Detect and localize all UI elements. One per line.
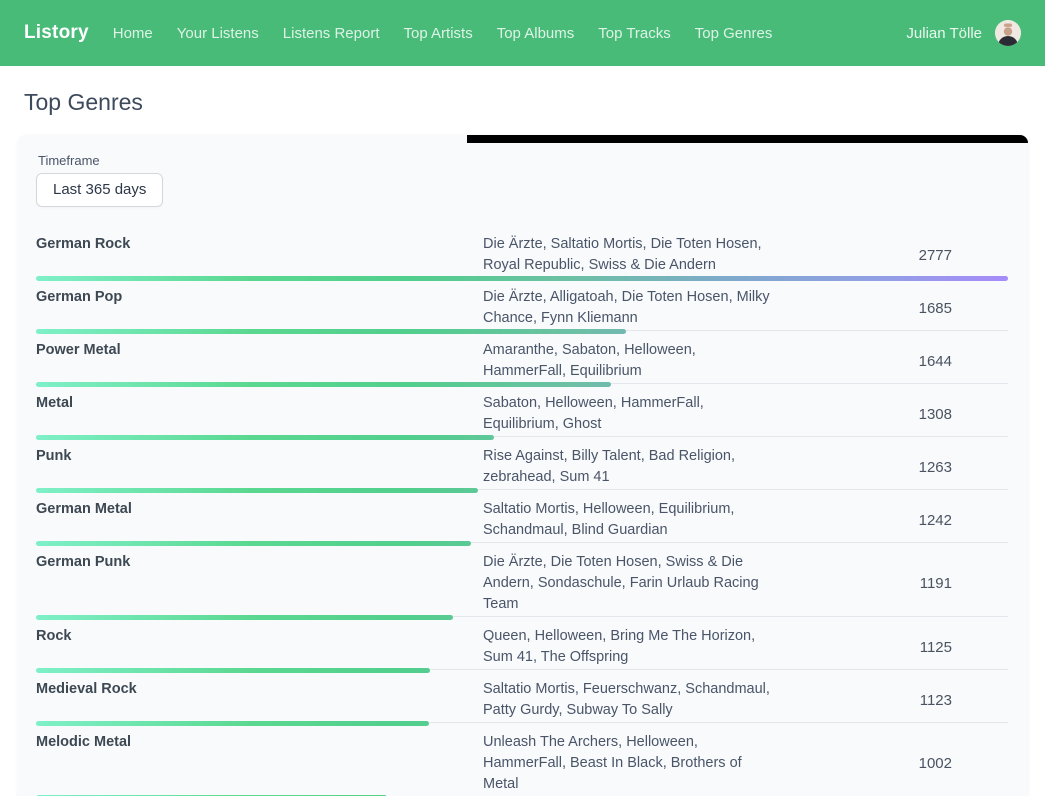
genre-artists: Saltatio Mortis, Helloween, Equilibrium,…: [483, 499, 780, 541]
genre-count: 1644: [780, 353, 1008, 370]
genre-artists: Queen, Helloween, Bring Me The Horizon, …: [483, 626, 780, 668]
nav-item-your-listens[interactable]: Your Listens: [177, 25, 259, 42]
genre-artists: Die Ärzte, Alligatoah, Die Toten Hosen, …: [483, 287, 780, 329]
genre-name: German Rock: [36, 234, 483, 255]
genre-count: 1123: [780, 692, 1008, 709]
user-name: Julian Tölle: [906, 25, 982, 42]
genre-count: 2777: [780, 247, 1008, 264]
genre-count: 1242: [780, 512, 1008, 529]
genre-name: Power Metal: [36, 340, 483, 361]
genre-bar: [36, 382, 611, 387]
genre-name: Melodic Metal: [36, 732, 483, 753]
top-navbar: Listory Home Your Listens Listens Report…: [0, 0, 1045, 66]
dark-strip: [467, 135, 1028, 143]
genre-row: Melodic Metal Unleash The Archers, Hello…: [36, 726, 1008, 796]
genre-row: German Pop Die Ärzte, Alligatoah, Die To…: [36, 281, 1008, 334]
genre-artists: Saltatio Mortis, Feuerschwanz, Schandmau…: [483, 679, 780, 721]
genre-bar: [36, 615, 453, 620]
genre-row: German Rock Die Ärzte, Saltatio Mortis, …: [36, 228, 1008, 281]
user-menu[interactable]: Julian Tölle: [906, 20, 1021, 46]
genre-bar-track: [36, 488, 1008, 493]
genre-name: Punk: [36, 446, 483, 467]
genre-row: Metal Sabaton, Helloween, HammerFall, Eq…: [36, 387, 1008, 440]
genre-bar-track: [36, 435, 1008, 440]
genre-bar: [36, 668, 430, 673]
genre-name: German Metal: [36, 499, 483, 520]
genre-bar: [36, 488, 478, 493]
genre-artists: Amaranthe, Sabaton, Helloween, HammerFal…: [483, 340, 780, 382]
genre-count: 1002: [780, 755, 1008, 772]
nav-item-top-genres[interactable]: Top Genres: [695, 25, 773, 42]
nav-item-home[interactable]: Home: [113, 25, 153, 42]
genre-artists: Die Ärzte, Die Toten Hosen, Swiss & Die …: [483, 552, 780, 615]
genre-row: German Metal Saltatio Mortis, Helloween,…: [36, 493, 1008, 546]
app-logo[interactable]: Listory: [24, 22, 89, 44]
nav-item-top-albums[interactable]: Top Albums: [497, 25, 575, 42]
genre-name: Rock: [36, 626, 483, 647]
genre-count: 1191: [780, 575, 1008, 592]
nav-item-top-tracks[interactable]: Top Tracks: [598, 25, 671, 42]
genre-bar: [36, 541, 471, 546]
genre-name: German Pop: [36, 287, 483, 308]
genre-row: Power Metal Amaranthe, Sabaton, Hellowee…: [36, 334, 1008, 387]
genre-bar: [36, 435, 494, 440]
genre-artists: Die Ärzte, Saltatio Mortis, Die Toten Ho…: [483, 234, 780, 276]
genre-count: 1308: [780, 406, 1008, 423]
genre-table: German Rock Die Ärzte, Saltatio Mortis, …: [36, 228, 1008, 796]
genre-bar-track: [36, 668, 1008, 673]
genre-artists: Unleash The Archers, Helloween, HammerFa…: [483, 732, 780, 795]
genre-row: German Punk Die Ärzte, Die Toten Hosen, …: [36, 546, 1008, 620]
genre-count: 1125: [780, 639, 1008, 656]
main-nav: Home Your Listens Listens Report Top Art…: [113, 25, 773, 42]
genre-name: Metal: [36, 393, 483, 414]
genre-artists: Rise Against, Billy Talent, Bad Religion…: [483, 446, 780, 488]
genre-bar-track: [36, 329, 1008, 334]
top-genres-card: Timeframe Last 365 days German Rock Die …: [18, 135, 1028, 796]
genre-bar-track: [36, 276, 1008, 281]
genre-bar: [36, 329, 626, 334]
genre-count: 1685: [780, 300, 1008, 317]
user-avatar-icon[interactable]: [995, 20, 1021, 46]
timeframe-label: Timeframe: [38, 153, 1008, 168]
nav-item-top-artists[interactable]: Top Artists: [404, 25, 473, 42]
nav-item-listens-report[interactable]: Listens Report: [283, 25, 380, 42]
genre-name: German Punk: [36, 552, 483, 573]
genre-row: Medieval Rock Saltatio Mortis, Feuerschw…: [36, 673, 1008, 726]
genre-bar: [36, 276, 1008, 281]
timeframe-select[interactable]: Last 365 days: [36, 173, 163, 207]
genre-bar-track: [36, 615, 1008, 620]
genre-row: Punk Rise Against, Billy Talent, Bad Rel…: [36, 440, 1008, 493]
page-title: Top Genres: [24, 89, 1045, 116]
genre-bar: [36, 721, 429, 726]
genre-bar-track: [36, 382, 1008, 387]
genre-count: 1263: [780, 459, 1008, 476]
genre-name: Medieval Rock: [36, 679, 483, 700]
genre-bar-track: [36, 541, 1008, 546]
genre-bar-track: [36, 721, 1008, 726]
timeframe-filter: Timeframe Last 365 days: [36, 153, 1008, 207]
genre-artists: Sabaton, Helloween, HammerFall, Equilibr…: [483, 393, 780, 435]
genre-row: Rock Queen, Helloween, Bring Me The Hori…: [36, 620, 1008, 673]
